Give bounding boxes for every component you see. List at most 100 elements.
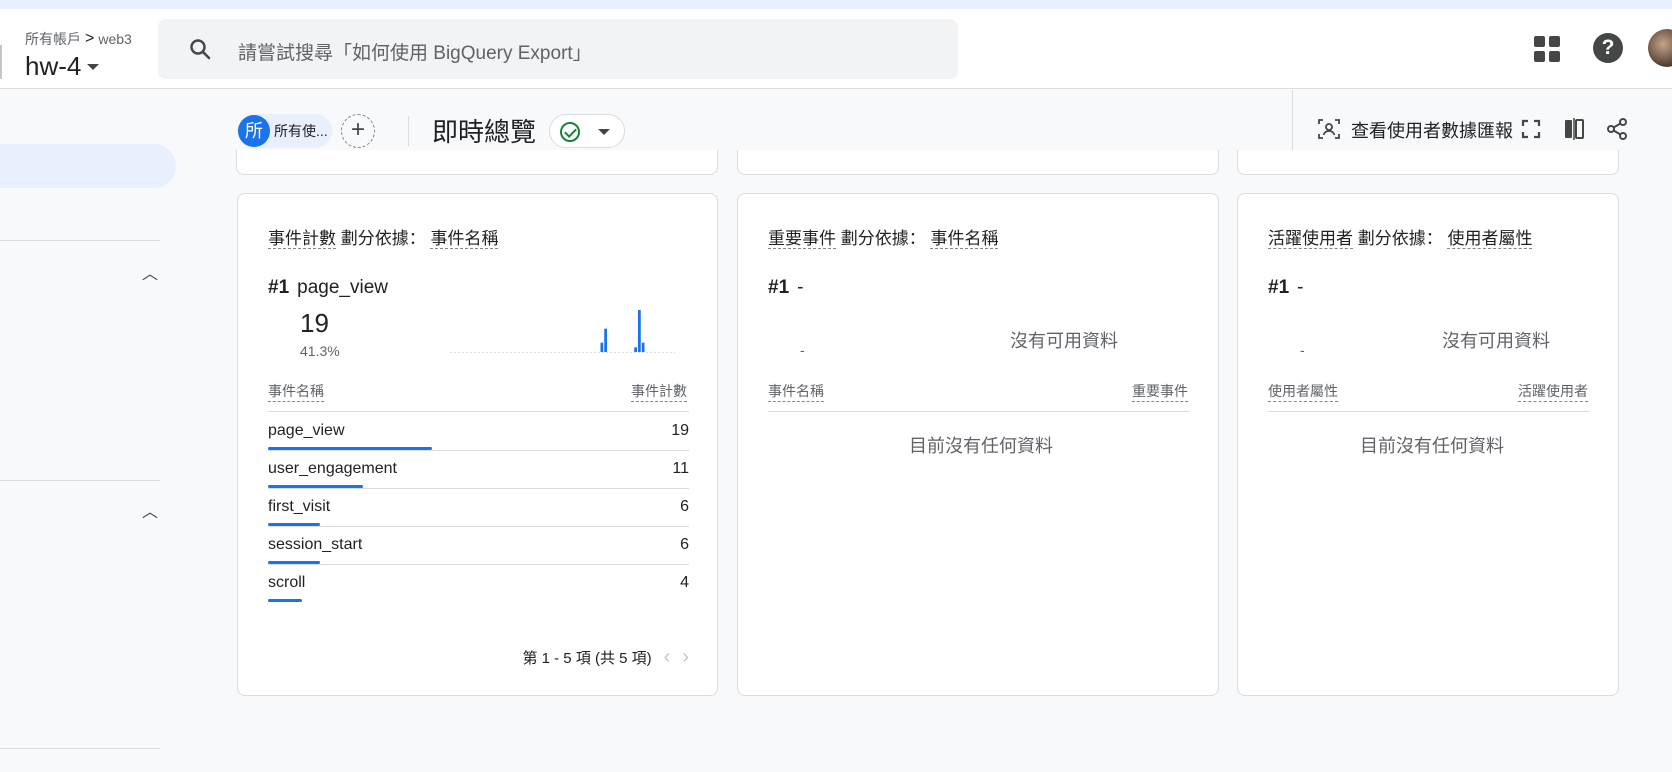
share-icon[interactable] <box>1605 117 1629 141</box>
sparkline-bar <box>604 328 607 352</box>
chevron-up-icon[interactable]: ︿ <box>142 498 158 522</box>
table-row: session_start 6 <box>268 526 689 565</box>
card-title: 事件計數 劃分依據： 事件名稱 <box>268 224 499 249</box>
row-value: 11 <box>672 460 689 477</box>
search-input[interactable]: 請嘗試搜尋「如何使用 BigQuery Export」 <box>238 38 592 65</box>
card-dimension[interactable]: 使用者屬性 <box>1447 229 1533 249</box>
row-value: 4 <box>680 574 689 591</box>
user-snapshot-icon[interactable] <box>1317 117 1341 141</box>
card-dimension[interactable]: 事件名稱 <box>430 229 499 249</box>
row-share-bar <box>268 599 303 602</box>
toolbar-divider <box>408 116 409 146</box>
card-above <box>236 150 718 175</box>
user-snapshot-link[interactable]: 查看使用者數據匯報 <box>1351 117 1513 143</box>
active-users-card: 活躍使用者 劃分依據： 使用者屬性 #1- - 沒有可用資料 使用者屬性 活躍使… <box>1237 193 1619 696</box>
table-row: page_view 19 <box>268 412 689 451</box>
sparkline-bar <box>600 342 604 352</box>
top-item-value: - <box>1300 342 1305 358</box>
col-header-metric[interactable]: 重要事件 <box>1132 381 1188 402</box>
card-by: 劃分依據： <box>340 229 426 248</box>
key-events-card: 重要事件 劃分依據： 事件名稱 #1- - 沒有可用資料 事件名稱 重要事件 目… <box>737 193 1219 696</box>
table-row: first_visit 6 <box>268 488 689 527</box>
minute-sparkline <box>450 310 675 353</box>
prev-page-icon[interactable]: ‹ <box>664 646 671 669</box>
no-data-message: 沒有可用資料 <box>1442 331 1550 351</box>
rank-label: #1 <box>268 277 290 298</box>
top-item-value: 19 <box>300 308 329 338</box>
breadcrumb-property: web3 <box>98 31 132 47</box>
header-divider <box>768 411 1190 412</box>
row-value: 6 <box>680 498 689 515</box>
col-header-dimension[interactable]: 使用者屬性 <box>1268 381 1338 402</box>
top-item-percent: 41.3% <box>300 343 340 359</box>
check-circle-icon <box>560 122 580 142</box>
col-header-metric[interactable]: 事件計數 <box>631 381 687 402</box>
card-metric[interactable]: 活躍使用者 <box>1268 229 1353 249</box>
pagination: 第 1 - 5 項 (共 5 項) ‹ › <box>522 646 689 669</box>
card-dimension[interactable]: 事件名稱 <box>930 229 999 249</box>
rank-label: #1 <box>1268 277 1290 298</box>
pagination-label: 第 1 - 5 項 (共 5 項) <box>522 650 652 667</box>
sidebar-divider <box>0 748 160 749</box>
breadcrumb-separator: > <box>85 30 95 47</box>
search-bar[interactable]: 請嘗試搜尋「如何使用 BigQuery Export」 <box>158 19 958 79</box>
help-icon[interactable]: ? <box>1593 33 1623 63</box>
apps-grid-icon[interactable] <box>1534 36 1560 62</box>
sidebar-divider <box>0 480 160 481</box>
top-item-name: - <box>797 277 804 298</box>
chevron-down-icon <box>598 129 610 135</box>
sparkline-bar <box>638 310 641 352</box>
empty-table-message: 目前沒有任何資料 <box>909 436 1053 456</box>
col-header-dimension[interactable]: 事件名稱 <box>768 381 824 402</box>
card-by: 劃分依據： <box>1357 229 1443 248</box>
sidebar-divider <box>0 240 160 241</box>
top-strip <box>0 0 1672 9</box>
top-item: #1 page_view <box>268 277 388 299</box>
next-page-icon[interactable]: › <box>682 646 689 669</box>
page-title[interactable]: 即時總覽 <box>432 112 537 152</box>
card-title: 重要事件 劃分依據： 事件名稱 <box>768 224 999 249</box>
header-edge <box>0 45 2 79</box>
row-label: first_visit <box>268 498 331 515</box>
col-header-dimension[interactable]: 事件名稱 <box>268 381 324 402</box>
app-header: 所有帳戶 > web3 hw-4 請嘗試搜尋「如何使用 BigQuery Exp… <box>0 9 1672 89</box>
card-metric[interactable]: 事件計數 <box>268 229 336 249</box>
sidebar-item-active[interactable] <box>0 144 176 188</box>
compare-icon[interactable] <box>1562 117 1586 141</box>
comparison-chip[interactable]: 所 所有使... <box>238 114 332 148</box>
row-value: 6 <box>680 536 689 553</box>
search-icon <box>190 39 211 60</box>
account-name[interactable]: hw-4 <box>25 51 100 82</box>
chevron-up-icon[interactable]: ︿ <box>142 260 158 284</box>
row-label: page_view <box>268 422 345 439</box>
rank-label: #1 <box>768 277 790 298</box>
col-header-metric[interactable]: 活躍使用者 <box>1518 381 1588 402</box>
card-above <box>1237 150 1619 175</box>
no-data-message: 沒有可用資料 <box>1010 331 1118 351</box>
card-metric[interactable]: 重要事件 <box>768 229 836 249</box>
chip-avatar: 所 <box>238 115 270 147</box>
top-item-value: - <box>800 342 805 358</box>
row-label: scroll <box>268 574 306 591</box>
event-count-card: 事件計數 劃分依據： 事件名稱 #1 page_view 19 41.3% 事件名… <box>237 193 718 696</box>
avatar[interactable] <box>1648 29 1672 67</box>
sparkline-bar <box>634 347 637 352</box>
empty-table-message: 目前沒有任何資料 <box>1360 436 1504 456</box>
table-row: user_engagement 11 <box>268 450 689 489</box>
top-item-name: page_view <box>297 277 388 298</box>
sidebar: ︿ ︿ <box>0 90 176 772</box>
table-row: scroll 4 <box>268 564 689 602</box>
card-above <box>737 150 1219 175</box>
header-divider <box>1268 411 1590 412</box>
status-dropdown[interactable] <box>549 114 625 148</box>
top-item: #1- <box>1268 277 1303 299</box>
account-name-label: hw-4 <box>25 51 82 81</box>
row-label: user_engagement <box>268 460 397 477</box>
breadcrumb: 所有帳戶 > web3 <box>25 29 132 49</box>
card-title: 活躍使用者 劃分依據： 使用者屬性 <box>1268 224 1533 249</box>
add-comparison-button[interactable]: + <box>341 114 375 148</box>
chip-label: 所有使... <box>274 123 328 139</box>
fullscreen-icon[interactable] <box>1521 119 1541 139</box>
account-picker[interactable]: 所有帳戶 > web3 hw-4 <box>12 17 148 82</box>
top-item-name: - <box>1297 277 1304 298</box>
